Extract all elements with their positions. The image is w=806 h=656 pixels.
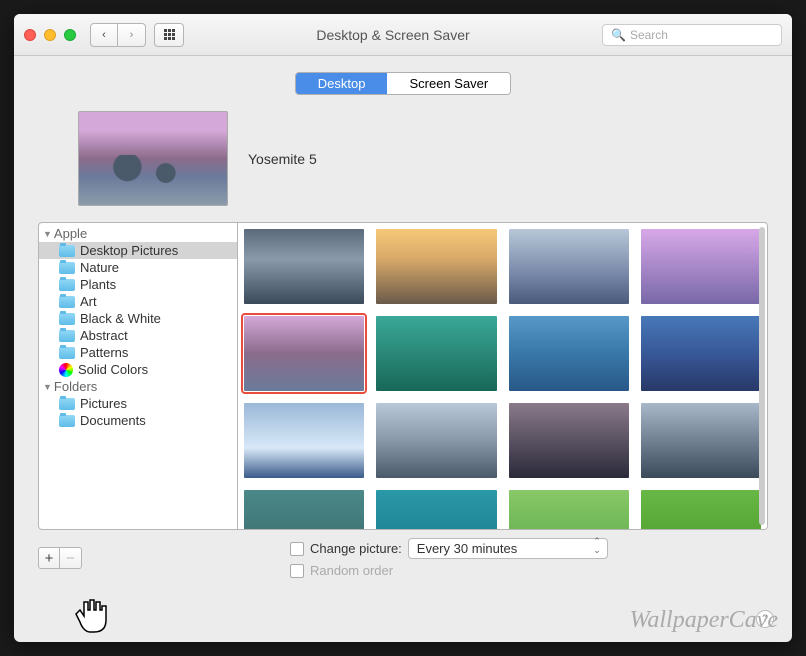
- sidebar-item-desktop-pictures[interactable]: Desktop Pictures: [39, 242, 237, 259]
- traffic-lights: [24, 29, 76, 41]
- window-title: Desktop & Screen Saver: [184, 27, 602, 43]
- content: DesktopScreen Saver Yosemite 5 ▼AppleDes…: [14, 56, 792, 578]
- wallpaper-thumb[interactable]: [641, 490, 761, 530]
- folder-icon: [59, 415, 75, 427]
- remove-folder-button: −: [60, 547, 82, 569]
- sidebar-item-nature[interactable]: Nature: [39, 259, 237, 276]
- sidebar-item-label: Documents: [80, 413, 146, 428]
- sidebar-item-label: Solid Colors: [78, 362, 148, 377]
- sidebar-item-label: Art: [80, 294, 97, 309]
- folder-icon: [59, 262, 75, 274]
- random-order-row: Random order: [290, 563, 608, 578]
- interval-select[interactable]: Every 30 minutes: [408, 538, 608, 559]
- folder-icon: [59, 245, 75, 257]
- prefs-window: ‹ › Desktop & Screen Saver 🔍 Search Desk…: [14, 14, 792, 642]
- forward-button: ›: [118, 23, 146, 47]
- tab-bar: DesktopScreen Saver: [38, 72, 768, 95]
- preview-row: Yosemite 5: [38, 111, 768, 206]
- wallpaper-thumb[interactable]: [244, 403, 364, 478]
- sidebar-item-label: Patterns: [80, 345, 128, 360]
- wallpaper-thumb[interactable]: [641, 229, 761, 304]
- sidebar-item-label: Pictures: [80, 396, 127, 411]
- folder-icon: [59, 330, 75, 342]
- disclosure-triangle-icon: ▼: [43, 382, 52, 392]
- sidebar-item-label: Desktop Pictures: [80, 243, 178, 258]
- change-picture-label: Change picture:: [310, 541, 402, 556]
- cursor-hand-icon: [74, 594, 110, 636]
- color-wheel-icon: [59, 363, 73, 377]
- folder-icon: [59, 313, 75, 325]
- sidebar-item-label: Nature: [80, 260, 119, 275]
- main-row: ▼AppleDesktop Pictures Nature Plants Art Bla…: [38, 222, 768, 530]
- titlebar: ‹ › Desktop & Screen Saver 🔍 Search: [14, 14, 792, 56]
- folder-icon: [59, 296, 75, 308]
- search-icon: 🔍: [611, 28, 626, 42]
- sidebar-item-pictures[interactable]: Pictures: [39, 395, 237, 412]
- show-all-button[interactable]: [154, 23, 184, 47]
- wallpaper-thumb[interactable]: [376, 490, 496, 530]
- wallpaper-thumb[interactable]: [376, 316, 496, 391]
- sidebar-item-solid-colors[interactable]: Solid Colors: [39, 361, 237, 378]
- add-folder-button[interactable]: +: [38, 547, 60, 569]
- sidebar-group-folders[interactable]: ▼Folders: [39, 378, 237, 395]
- wallpaper-thumb[interactable]: [641, 403, 761, 478]
- search-placeholder: Search: [630, 28, 668, 42]
- watermark: WallpaperCave: [630, 607, 778, 634]
- sidebar-item-label: Abstract: [80, 328, 128, 343]
- wallpaper-thumb[interactable]: [244, 490, 364, 530]
- sidebar-item-label: Black & White: [80, 311, 161, 326]
- thumbnail-panel[interactable]: [238, 222, 768, 530]
- sidebar-item-plants[interactable]: Plants: [39, 276, 237, 293]
- zoom-button[interactable]: [64, 29, 76, 41]
- add-remove: + −: [38, 547, 82, 569]
- wallpaper-thumb[interactable]: [244, 229, 364, 304]
- grid-icon: [164, 29, 175, 40]
- folder-icon: [59, 347, 75, 359]
- sidebar-item-documents[interactable]: Documents: [39, 412, 237, 429]
- scrollbar[interactable]: [759, 227, 765, 525]
- random-order-checkbox: [290, 564, 304, 578]
- tab-screen-saver[interactable]: Screen Saver: [387, 73, 510, 94]
- nav-buttons: ‹ ›: [90, 23, 146, 47]
- controls-row: + − Change picture: Every 30 minutes Ran…: [38, 530, 768, 578]
- disclosure-triangle-icon: ▼: [43, 229, 52, 239]
- wallpaper-thumb[interactable]: [509, 316, 629, 391]
- sidebar-item-abstract[interactable]: Abstract: [39, 327, 237, 344]
- close-button[interactable]: [24, 29, 36, 41]
- minimize-button[interactable]: [44, 29, 56, 41]
- wallpaper-thumb[interactable]: [376, 229, 496, 304]
- change-picture-checkbox[interactable]: [290, 542, 304, 556]
- wallpaper-thumb[interactable]: [509, 229, 629, 304]
- sidebar-group-apple[interactable]: ▼Apple: [39, 225, 237, 242]
- sidebar-item-art[interactable]: Art: [39, 293, 237, 310]
- change-picture-row: Change picture: Every 30 minutes: [290, 538, 608, 559]
- sidebar-item-label: Plants: [80, 277, 116, 292]
- tab-desktop[interactable]: Desktop: [296, 73, 388, 94]
- wallpaper-thumb[interactable]: [641, 316, 761, 391]
- wallpaper-thumb[interactable]: [376, 403, 496, 478]
- folder-icon: [59, 279, 75, 291]
- sidebar-item-patterns[interactable]: Patterns: [39, 344, 237, 361]
- folder-icon: [59, 398, 75, 410]
- current-wallpaper-preview: [78, 111, 228, 206]
- wallpaper-thumb[interactable]: [509, 403, 629, 478]
- back-button[interactable]: ‹: [90, 23, 118, 47]
- random-order-label: Random order: [310, 563, 393, 578]
- wallpaper-thumb[interactable]: [509, 490, 629, 530]
- wallpaper-thumb[interactable]: [244, 316, 364, 391]
- sidebar-item-black-white[interactable]: Black & White: [39, 310, 237, 327]
- current-wallpaper-name: Yosemite 5: [248, 151, 317, 167]
- search-input[interactable]: 🔍 Search: [602, 24, 782, 46]
- source-sidebar[interactable]: ▼AppleDesktop Pictures Nature Plants Art Bla…: [38, 222, 238, 530]
